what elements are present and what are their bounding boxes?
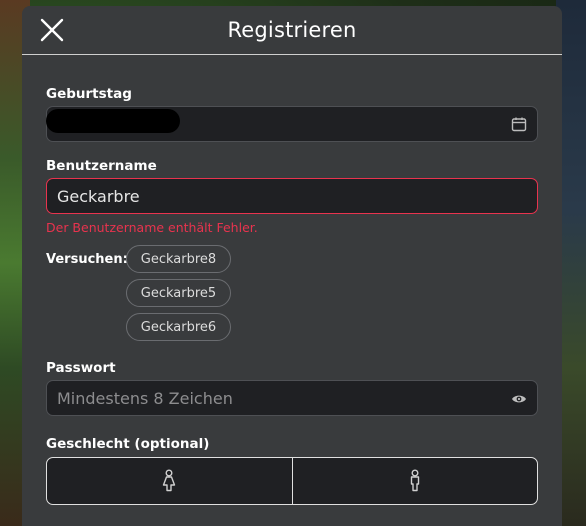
redaction-bar	[46, 109, 180, 133]
signup-modal: Registrieren Geburtstag Benutzername Gec…	[22, 6, 562, 526]
suggestions-label: Versuchen:	[46, 252, 128, 267]
gender-male-button[interactable]	[291, 458, 538, 504]
gender-label: Geschlecht (optional)	[46, 436, 210, 452]
username-label: Benutzername	[46, 158, 157, 174]
gender-female-button[interactable]	[47, 458, 292, 504]
password-input[interactable]: Mindestens 8 Zeichen	[46, 380, 538, 416]
birthday-label: Geburtstag	[46, 86, 132, 102]
gender-selector	[46, 457, 538, 505]
password-placeholder: Mindestens 8 Zeichen	[57, 388, 233, 408]
suggestion-chip[interactable]: Geckarbre5	[126, 279, 231, 307]
modal-title: Registrieren	[227, 18, 357, 42]
female-icon	[163, 469, 176, 492]
password-label: Passwort	[46, 360, 116, 376]
close-icon	[40, 18, 64, 42]
male-icon	[410, 469, 419, 492]
username-value: Geckarbre	[57, 186, 140, 206]
username-error: Der Benutzername enthält Fehler.	[46, 220, 258, 235]
calendar-icon[interactable]	[511, 116, 527, 132]
modal-header: Registrieren	[22, 6, 562, 55]
username-input[interactable]: Geckarbre	[46, 178, 538, 214]
close-button[interactable]	[38, 16, 66, 44]
suggestion-chip[interactable]: Geckarbre6	[126, 313, 231, 341]
suggestion-chip[interactable]: Geckarbre8	[126, 245, 231, 273]
eye-icon[interactable]	[511, 391, 527, 407]
